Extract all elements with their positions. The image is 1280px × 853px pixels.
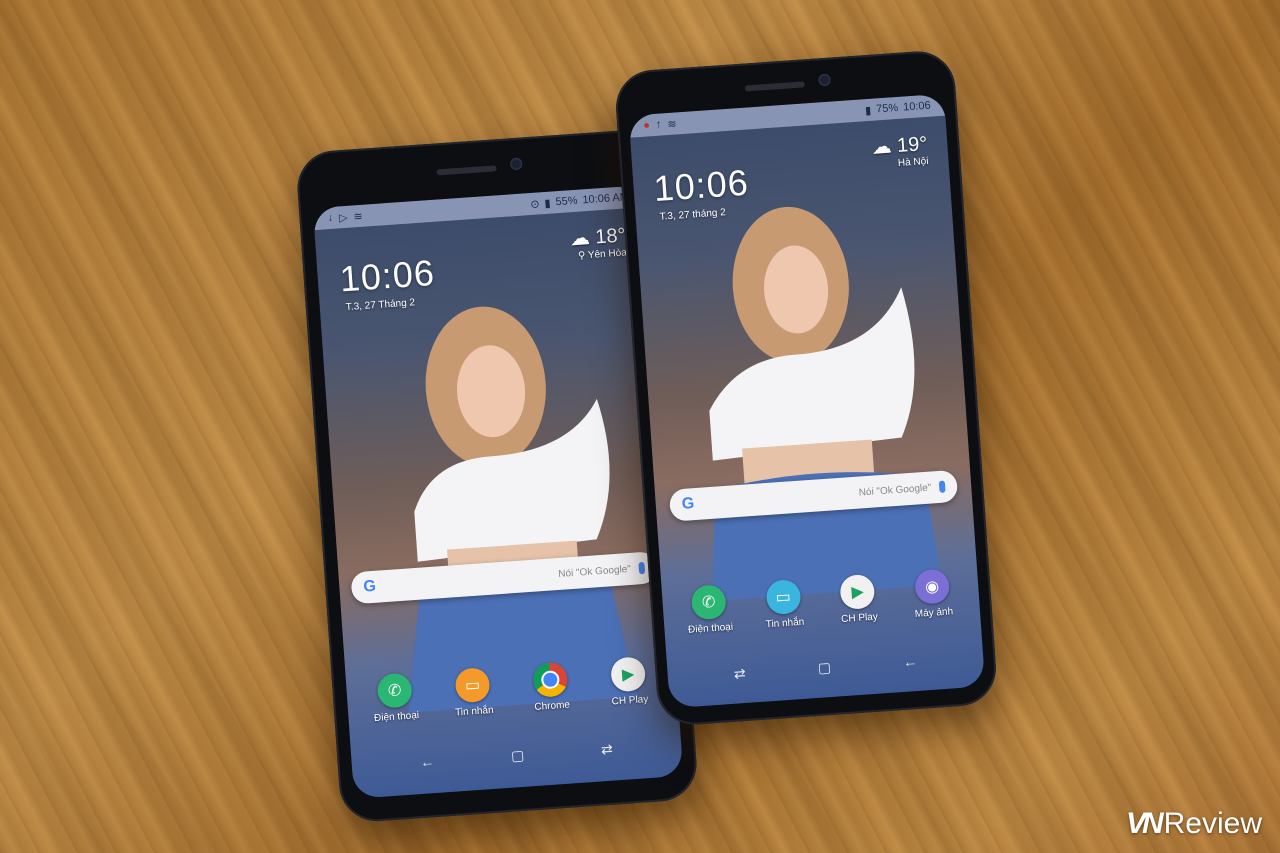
app-label: Điện thoại (687, 621, 734, 636)
status-bar: ↓ ▷ ≋ ⊙ ▮ 55% 10:06 AM (312, 185, 644, 231)
app-label: CH Play (611, 694, 649, 708)
play-store-icon: ▶ (610, 656, 647, 693)
app-label: Máy ảnh (914, 606, 954, 620)
location-icon: ⊙ (529, 197, 540, 211)
signal-icon: ▮ (544, 197, 551, 210)
weather-temp: 18° (594, 224, 627, 249)
cloud-icon: ☁ (569, 226, 591, 251)
wifi-icon: ≋ (353, 210, 364, 223)
app-camera[interactable]: ◉ Máy ảnh (901, 568, 964, 621)
nav-bar: ⇄ ▢ ← (697, 650, 954, 685)
phone-icon: ✆ (690, 584, 727, 621)
weather-location: Hà Nội (897, 155, 929, 170)
wallpaper-person (408, 306, 638, 713)
app-messages[interactable]: ▭ Tin nhắn (752, 578, 815, 631)
status-time: 10:06 (902, 99, 932, 114)
app-messages[interactable]: ▭ Tin nhắn (441, 666, 504, 719)
record-icon: ● (642, 119, 651, 132)
nav-bar: ← ▢ ⇄ (381, 738, 652, 774)
wifi-icon: ≋ (667, 117, 678, 131)
wallpaper-person (709, 206, 943, 602)
app-play-store[interactable]: ▶ CH Play (597, 655, 660, 708)
status-bar: ● ↑ ≋ ▮ 75% 10:06 (628, 93, 946, 138)
app-label: Chrome (534, 699, 571, 713)
front-camera (818, 73, 831, 87)
phone-right: ● ↑ ≋ ▮ 75% 10:06 10:06 T.3, 27 tháng 2 ☁ … (613, 48, 999, 728)
cloud-icon: ☁ (870, 135, 893, 159)
home-icon[interactable]: ▢ (817, 659, 831, 677)
weather-temp: 19° (896, 132, 929, 158)
earpiece (436, 165, 497, 176)
recents-icon[interactable]: ⇄ (601, 741, 614, 759)
signal-icon: ▮ (864, 104, 872, 117)
mic-icon[interactable] (638, 561, 646, 575)
earpiece (744, 81, 806, 92)
battery-level: 55% (555, 194, 578, 209)
google-g-icon: G (681, 495, 695, 513)
app-phone[interactable]: ✆ Điện thoại (678, 583, 741, 636)
weather-widget[interactable]: ☁ 19° Hà Nội (871, 131, 929, 171)
app-label: Tin nhắn (765, 616, 805, 631)
vnreview-watermark: VN Review (1126, 807, 1262, 841)
mic-icon[interactable] (938, 480, 946, 493)
chrome-icon (532, 661, 569, 698)
play-icon: ▷ (338, 211, 348, 224)
app-label: Điện thoại (373, 710, 420, 725)
message-icon: ▭ (765, 578, 802, 616)
upload-icon: ↑ (655, 118, 662, 131)
weather-widget[interactable]: ☁ 18° ⚲ Yên Hòa (569, 222, 627, 262)
recents-icon[interactable]: ⇄ (733, 665, 746, 683)
back-icon[interactable]: ← (903, 653, 918, 671)
app-play-store[interactable]: ▶ CH Play (827, 573, 890, 626)
download-icon: ↓ (327, 211, 334, 225)
front-camera (509, 157, 523, 171)
message-icon: ▭ (454, 667, 491, 704)
battery-level: 75% (875, 101, 899, 116)
search-hint: Nói "Ok Google" (858, 482, 932, 499)
app-phone[interactable]: ✆ Điện thoại (364, 672, 427, 725)
screen-right: ● ↑ ≋ ▮ 75% 10:06 10:06 T.3, 27 tháng 2 ☁ … (628, 93, 986, 709)
app-chrome[interactable]: Chrome (519, 661, 582, 714)
watermark-brand: VN (1125, 807, 1164, 840)
watermark-text: Review (1163, 807, 1262, 840)
app-label: Tin nhắn (454, 704, 494, 719)
camera-icon: ◉ (913, 568, 951, 605)
app-label: CH Play (840, 611, 879, 626)
home-icon[interactable]: ▢ (510, 747, 524, 765)
pin-icon: ⚲ (577, 250, 586, 262)
back-icon[interactable]: ← (420, 753, 435, 771)
weather-location: Yên Hòa (587, 247, 628, 262)
phone-icon: ✆ (376, 672, 413, 709)
play-store-icon: ▶ (839, 573, 876, 611)
